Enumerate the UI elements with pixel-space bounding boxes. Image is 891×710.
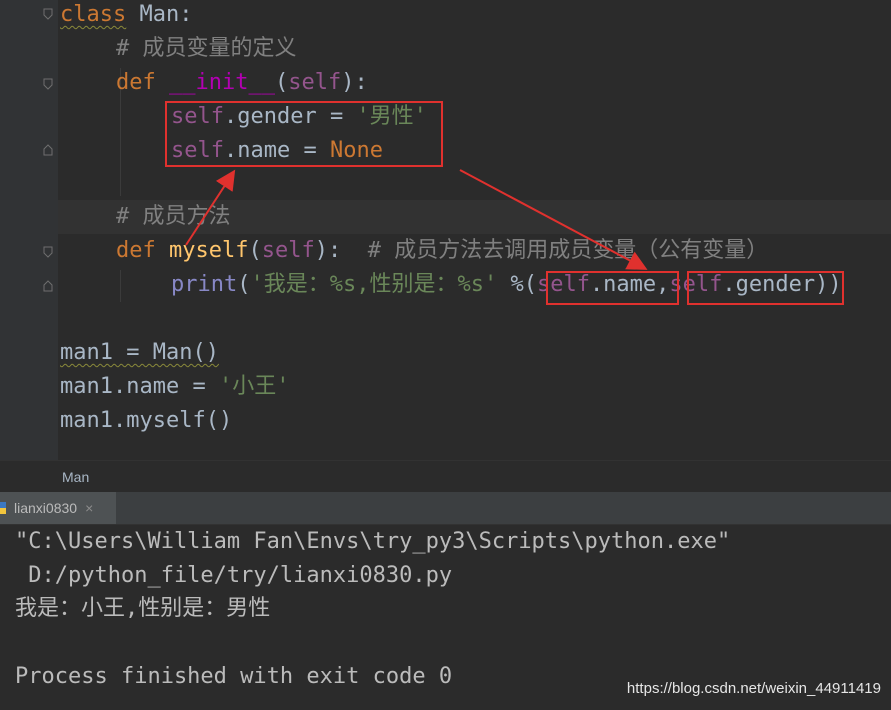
- watermark: https://blog.csdn.net/weixin_44911419: [626, 680, 881, 697]
- arrow-down: [459, 169, 648, 270]
- code-editor[interactable]: class Man: # 成员变量的定义 def __init__(self):…: [0, 0, 891, 460]
- console-line: 我是：小王,性别是：男性: [15, 596, 271, 621]
- python-icon: [0, 500, 8, 516]
- breadcrumb[interactable]: Man: [62, 469, 89, 485]
- run-tab-label: lianxi0830: [14, 500, 78, 516]
- close-icon[interactable]: ×: [85, 500, 93, 516]
- console-line: D:/python_file/try/lianxi0830.py: [15, 563, 453, 588]
- annotation-arrows: [185, 169, 648, 270]
- console-line: "C:\Users\William Fan\Envs\try_py3\Scrip…: [15, 529, 731, 554]
- breadcrumb-bar: Man: [0, 460, 891, 493]
- run-tab-bar: lianxi0830 ×: [0, 492, 891, 525]
- run-tab[interactable]: lianxi0830 ×: [0, 492, 116, 524]
- console-line: Process finished with exit code 0: [15, 664, 453, 689]
- arrow-up: [185, 169, 236, 246]
